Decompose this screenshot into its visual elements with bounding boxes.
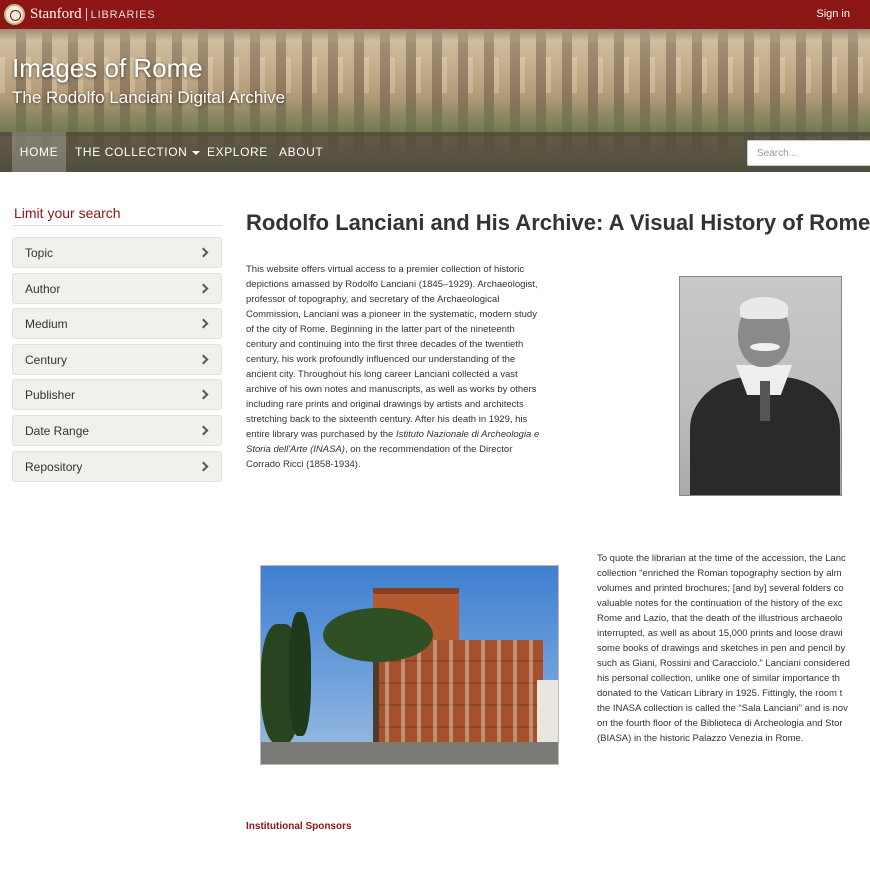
paragraph-line: century and continuing into the first th… — [246, 339, 524, 350]
facet-label: Author — [25, 282, 61, 296]
main-navbar: HOME THE COLLECTION EXPLORE ABOUT — [0, 132, 870, 172]
portrait-tie — [760, 381, 770, 421]
facet-label: Repository — [25, 460, 83, 474]
nav-collection-dropdown[interactable]: THE COLLECTION — [75, 132, 201, 172]
page-title: Rodolfo Lanciani and His Archive: A Visu… — [246, 210, 870, 235]
paragraph-line: Rome and Lazio, that the death of the il… — [597, 613, 843, 624]
stanford-top-bar: Stanford LIBRARIES Sign in — [0, 0, 870, 29]
facet-publisher[interactable]: Publisher — [12, 379, 222, 410]
lanciani-portrait-photo — [679, 276, 842, 496]
paragraph-line: depictions amassed by Rodolfo Lanciani (… — [246, 279, 538, 290]
inasa-name-italic: Istituto Nazionale di Archeologia e — [395, 429, 540, 440]
paragraph-line: his personal collection, unlike one of s… — [597, 673, 840, 684]
chevron-right-icon — [198, 389, 209, 400]
paragraph-line: including rare prints and original drawi… — [246, 399, 524, 410]
paragraph-line: To quote the librarian at the time of th… — [597, 553, 846, 564]
paragraph-line: stretching back to the sixteenth century… — [246, 414, 528, 425]
intro-paragraph: This website offers virtual access to a … — [246, 262, 576, 472]
nav-explore[interactable]: EXPLORE — [207, 132, 268, 172]
palazzo-venezia-photo — [260, 565, 559, 765]
paragraph-text: entire library was purchased by the — [246, 429, 396, 440]
sidebar-heading: Limit your search — [14, 205, 121, 221]
street — [261, 742, 558, 764]
paragraph-line: on the fourth floor of the Biblioteca di… — [597, 718, 843, 729]
facet-author[interactable]: Author — [12, 273, 222, 304]
chevron-right-icon — [198, 283, 209, 294]
facet-label: Century — [25, 353, 68, 367]
facet-repository[interactable]: Repository — [12, 451, 222, 482]
brand-divider — [85, 8, 87, 21]
chevron-right-icon — [198, 425, 209, 436]
paragraph-line: the INASA collection is called the “Sala… — [597, 703, 848, 714]
chevron-right-icon — [198, 354, 209, 365]
chevron-right-icon — [198, 318, 209, 329]
paragraph-line: collection “enriched the Roman topograph… — [597, 568, 842, 579]
nav-about[interactable]: ABOUT — [279, 132, 323, 172]
facet-label: Date Range — [25, 424, 90, 438]
adjacent-building — [537, 680, 558, 746]
site-subtitle: The Rodolfo Lanciani Digital Archive — [12, 88, 286, 107]
facet-century[interactable]: Century — [12, 344, 222, 375]
chevron-right-icon — [198, 461, 209, 472]
nav-home[interactable]: HOME — [12, 132, 66, 172]
facet-topic[interactable]: Topic — [12, 237, 222, 268]
paragraph-line: Commission, Lanciani was a pioneer in th… — [246, 309, 537, 320]
facet-label: Topic — [25, 246, 54, 260]
paragraph-text: , on the recommendation of the Director — [344, 444, 513, 455]
site-title[interactable]: Images of Rome — [12, 53, 203, 84]
facet-medium[interactable]: Medium — [12, 308, 222, 339]
facet-label: Medium — [25, 317, 68, 331]
paragraph-line: volumes and printed brochures; [and by] … — [597, 583, 844, 594]
sign-in-link[interactable]: Sign in — [816, 8, 850, 20]
paragraph-line: some books of drawings and sketches in p… — [597, 643, 846, 654]
search-input[interactable] — [747, 140, 870, 166]
stanford-libraries-logo[interactable]: Stanford LIBRARIES — [4, 4, 155, 25]
portrait-mustache — [750, 343, 780, 351]
paragraph-line: such as Giani, Rossini and Caracciolo.” … — [597, 658, 850, 669]
sidebar-divider — [12, 225, 222, 226]
paragraph-line: archive of his own notes and manuscripts… — [246, 384, 537, 395]
paragraph-line: century, his work profoundly influenced … — [246, 354, 516, 365]
masthead-banner: Images of Rome The Rodolfo Lanciani Digi… — [0, 29, 870, 172]
paragraph-line: donated to the Vatican Library in 1925. … — [597, 688, 843, 699]
brand-unit: LIBRARIES — [90, 8, 156, 21]
inasa-name-italic: Storia dell'Arte (INASA) — [246, 444, 345, 455]
cypress-tree — [289, 612, 311, 736]
paragraph-line: interrupted, as well as about 15,000 pri… — [597, 628, 843, 639]
paragraph-line: valuable notes for the continuation of t… — [597, 598, 843, 609]
accession-paragraph: To quote the librarian at the time of th… — [597, 551, 870, 746]
paragraph-line: Corrado Ricci (1858-1934). — [246, 459, 361, 470]
paragraph-line: (BIASA) in the historic Palazzo Venezia … — [597, 733, 804, 744]
paragraph-line: professor of topography, and secretary o… — [246, 294, 500, 305]
paragraph-line: Storia dell'Arte (INASA), on the recomme… — [246, 442, 576, 457]
caret-down-icon — [192, 150, 201, 155]
facet-date-range[interactable]: Date Range — [12, 415, 222, 446]
chevron-right-icon — [198, 247, 209, 258]
paragraph-line: ancient city. Throughout his long career… — [246, 369, 518, 380]
paragraph-line: This website offers virtual access to a … — [246, 264, 525, 275]
portrait-hair — [740, 297, 788, 319]
paragraph-line: of the city of Rome. Beginning in the la… — [246, 324, 515, 335]
nav-collection-label: THE COLLECTION — [75, 145, 188, 159]
paragraph-line: entire library was purchased by the Isti… — [246, 427, 576, 442]
brand-name: Stanford — [30, 6, 82, 22]
pine-trunk — [373, 656, 379, 746]
umbrella-pine-tree — [323, 608, 433, 662]
facet-label: Publisher — [25, 388, 76, 402]
stanford-seal-icon — [4, 4, 25, 25]
accession-paragraph-viewport: To quote the librarian at the time of th… — [597, 551, 870, 751]
institutional-sponsors-heading: Institutional Sponsors — [246, 821, 352, 832]
